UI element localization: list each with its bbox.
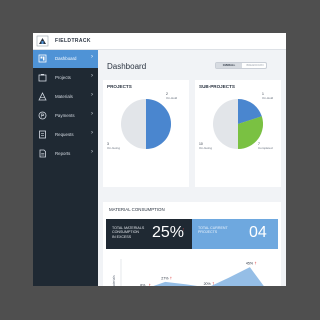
on-hold-label: On-Hold: [166, 95, 178, 100]
sidebar-item-label: Materials: [55, 94, 73, 99]
sidebar-item-requests[interactable]: Requests ›: [33, 126, 98, 144]
material-consumption-card: MATERIAL CONSUMPTION TOTAL MATERIALS CON…: [103, 202, 281, 286]
on-hold-label: On-Hold: [262, 95, 274, 100]
sidebar-item-label: Reports: [55, 151, 71, 156]
y-axis-label: Materials: [112, 275, 116, 286]
sidebar-item-payments[interactable]: ₱ Payments ›: [33, 107, 98, 125]
tile-label: TOTAL MATERIALS CONSUMPTION IN EXCESS: [112, 226, 145, 239]
main-content: Dashboard OVERALL BREAKDOWN PROJECTS 2 O…: [98, 50, 286, 286]
app-window: FIELDTRACK Dashboard › Projects › Materi…: [33, 33, 286, 286]
arrow-up-icon: ↑: [148, 283, 151, 286]
chevron-right-icon: ›: [91, 130, 93, 136]
arrow-up-icon: ↑: [254, 261, 257, 266]
brand-name: FIELDTRACK: [55, 38, 91, 44]
current-projects-tile[interactable]: TOTAL CURRENT PROJECTS 04: [192, 219, 278, 249]
sidebar-item-label: Projects: [55, 75, 71, 80]
point-label: 27%: [161, 276, 169, 280]
excess-consumption-tile[interactable]: TOTAL MATERIALS CONSUMPTION IN EXCESS 25…: [106, 219, 192, 249]
projects-card: PROJECTS 2 On-Hold 3 On-Going: [103, 80, 189, 187]
material-consumption-chart: Materials 8% ↑27% ↑20% ↑45% ↑: [112, 259, 264, 286]
card-title: PROJECTS: [107, 84, 132, 89]
sidebar-item-label: Requests: [55, 132, 74, 137]
current-projects-value: 04: [249, 224, 267, 241]
chevron-right-icon: ›: [91, 92, 93, 98]
point-label: 45%: [246, 262, 254, 266]
arrow-up-icon: ↑: [169, 275, 172, 280]
sidebar-item-label: Dashboard: [55, 56, 77, 61]
point-label: 8%: [140, 284, 146, 286]
sidebar-item-dashboard[interactable]: Dashboard ›: [33, 50, 98, 68]
top-bar: FIELDTRACK: [33, 33, 286, 50]
toggle-overall[interactable]: OVERALL: [216, 63, 242, 68]
projects-pie-chart: [121, 99, 171, 149]
arrow-up-icon: ↑: [182, 227, 185, 233]
toggle-breakdown[interactable]: BREAKDOWN: [242, 63, 268, 68]
legend-on-hold: 2 On-Hold: [166, 92, 178, 100]
on-going-label: On-Going: [107, 145, 121, 150]
legend-on-going: 3 On-Going: [107, 142, 121, 150]
completed-label: Completed: [258, 145, 273, 150]
card-title: MATERIAL CONSUMPTION: [109, 207, 165, 212]
chevron-right-icon: ›: [91, 73, 93, 79]
pie-slice-on-hold: [146, 99, 171, 149]
point-label: 20%: [204, 282, 212, 286]
sidebar-item-label: Payments: [55, 113, 75, 118]
legend-on-hold: 1 On-Hold: [262, 92, 274, 100]
sidebar-item-reports[interactable]: Reports ›: [33, 145, 98, 163]
dashboard-icon: [38, 54, 47, 63]
sidebar-item-materials[interactable]: Materials ›: [33, 88, 98, 106]
subprojects-pie-chart: [213, 98, 264, 149]
card-title: SUB-PROJECTS: [199, 84, 235, 89]
legend-completed: 7 Completed: [258, 142, 273, 150]
requests-icon: [39, 130, 46, 139]
payments-icon: ₱: [38, 111, 47, 120]
reports-icon: [39, 149, 46, 158]
sidebar: Dashboard › Projects › Materials › ₱ Pay…: [33, 50, 98, 286]
sidebar-item-projects[interactable]: Projects ›: [33, 69, 98, 87]
chevron-right-icon: ›: [91, 111, 93, 117]
chevron-right-icon: ›: [91, 149, 93, 155]
on-going-label: On-Going: [199, 145, 213, 150]
page-title: Dashboard: [107, 62, 147, 71]
tile-label: TOTAL CURRENT PROJECTS: [198, 226, 228, 235]
fieldtrack-logo-icon[interactable]: [36, 35, 49, 47]
chevron-right-icon: ›: [91, 54, 93, 60]
view-toggle[interactable]: OVERALL BREAKDOWN: [215, 62, 267, 69]
excess-percent-value: 25%: [152, 224, 185, 241]
subprojects-card: SUB-PROJECTS 1 On-Hold 10 On-Going 7 Com…: [195, 80, 281, 187]
projects-icon: [38, 74, 47, 82]
materials-icon: [38, 92, 47, 101]
legend-on-going: 10 On-Going: [199, 142, 213, 150]
arrow-up-icon: ↑: [212, 281, 215, 286]
